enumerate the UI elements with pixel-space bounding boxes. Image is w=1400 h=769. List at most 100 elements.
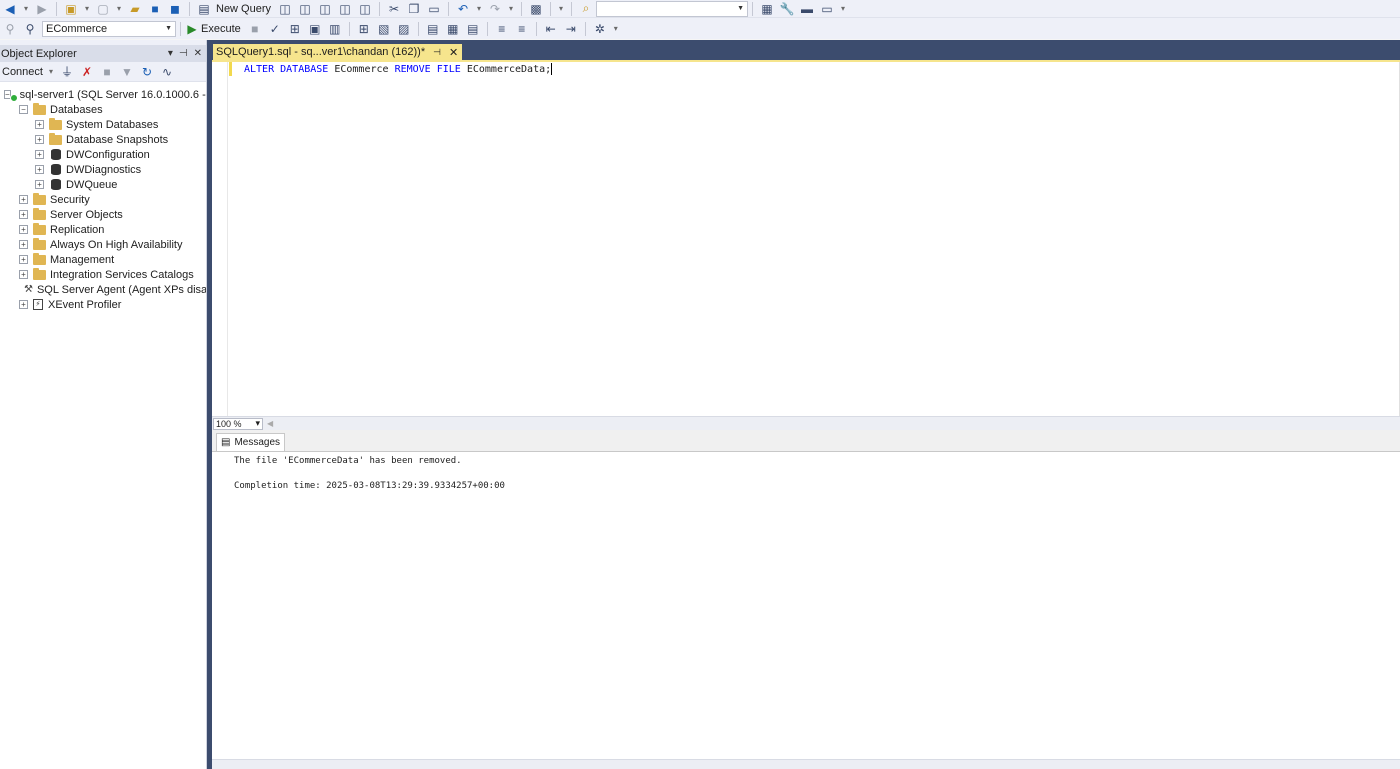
filter-icon[interactable]: ▼ xyxy=(118,64,136,80)
activity-icon[interactable]: ∿ xyxy=(158,64,176,80)
connect-dropdown-icon[interactable]: ▾ xyxy=(46,64,56,80)
tree-node-dwconfiguration[interactable]: + DWConfiguration xyxy=(0,147,206,162)
redo-icon[interactable]: ↷ xyxy=(486,1,504,17)
expand-icon[interactable]: + xyxy=(35,120,44,129)
close-icon[interactable]: ✕ xyxy=(449,46,458,59)
cancel-query-icon[interactable]: ■ xyxy=(246,21,264,37)
expand-icon[interactable]: + xyxy=(35,165,44,174)
window-position-icon[interactable]: ▾ xyxy=(168,48,173,59)
expand-icon[interactable]: + xyxy=(35,180,44,189)
expand-icon[interactable]: + xyxy=(35,135,44,144)
redo-dropdown-icon[interactable]: ▾ xyxy=(506,1,516,17)
command-window-icon[interactable]: ▭ xyxy=(818,1,836,17)
expand-icon[interactable]: + xyxy=(19,255,28,264)
tree-node-dwdiagnostics[interactable]: + DWDiagnostics xyxy=(0,162,206,177)
properties-icon[interactable]: ▦ xyxy=(758,1,776,17)
new-project-icon[interactable]: ▣ xyxy=(62,1,80,17)
toolbar-options-icon[interactable]: ▾ xyxy=(838,1,848,17)
solution-config-dropdown-icon[interactable]: ▾ xyxy=(556,1,566,17)
tab-sqlquery1[interactable]: SQLQuery1.sql - sq...ver1\chandan (162))… xyxy=(213,44,463,60)
pin-icon[interactable]: ⊣ xyxy=(179,48,188,59)
tab-messages[interactable]: ▤ Messages xyxy=(216,433,286,451)
undo-icon[interactable]: ↶ xyxy=(454,1,472,17)
toolbar-options-icon[interactable]: ▾ xyxy=(611,21,621,37)
wrench-icon[interactable]: 🔧 xyxy=(778,1,796,17)
specify-values-icon[interactable]: ▥ xyxy=(326,21,344,37)
copy-icon[interactable]: ❐ xyxy=(405,1,423,17)
comment-icon[interactable]: ≡ xyxy=(493,21,511,37)
client-stats-icon[interactable]: ▨ xyxy=(395,21,413,37)
expand-icon[interactable]: + xyxy=(19,210,28,219)
tree-node-sql-agent[interactable]: ⚒ SQL Server Agent (Agent XPs disabl xyxy=(0,282,206,297)
tree-node-always-on[interactable]: + Always On High Availability xyxy=(0,237,206,252)
db-engine-query-icon[interactable]: ◫ xyxy=(276,1,294,17)
zoom-select[interactable]: 100 % ▾ xyxy=(213,417,263,430)
close-icon[interactable]: ✕ xyxy=(194,48,202,59)
new-query-icon[interactable]: ▤ xyxy=(195,1,213,17)
tree-node-integration-services[interactable]: + Integration Services Catalogs xyxy=(0,267,206,282)
activity-monitor-icon[interactable]: ▩ xyxy=(527,1,545,17)
tree-node-databases[interactable]: − Databases xyxy=(0,102,206,117)
open-file-icon[interactable]: ▰ xyxy=(126,1,144,17)
expand-icon[interactable]: + xyxy=(35,150,44,159)
disconnect-icon[interactable]: ✗ xyxy=(78,64,96,80)
add-item-icon[interactable]: ▢ xyxy=(94,1,112,17)
new-project-dropdown-icon[interactable]: ▾ xyxy=(82,1,92,17)
available-databases-select[interactable]: ECommerce ▼ xyxy=(42,20,176,37)
expand-icon[interactable]: + xyxy=(19,195,28,204)
tree-node-dwqueue[interactable]: + DWQueue xyxy=(0,177,206,192)
new-query-button[interactable]: New Query xyxy=(216,3,271,15)
tree-node-server-objects[interactable]: + Server Objects xyxy=(0,207,206,222)
expand-icon[interactable]: + xyxy=(19,240,28,249)
results-to-text-icon[interactable]: ▤ xyxy=(424,21,442,37)
tree-node-security[interactable]: + Security xyxy=(0,192,206,207)
increase-indent-icon[interactable]: ⇥ xyxy=(562,21,580,37)
pin-icon[interactable]: ⊣ xyxy=(433,47,441,58)
back-icon[interactable]: ◀ xyxy=(1,1,19,17)
add-item-dropdown-icon[interactable]: ▾ xyxy=(114,1,124,17)
toolbox-icon[interactable]: ▬ xyxy=(798,1,816,17)
results-to-file-icon[interactable]: ▤ xyxy=(464,21,482,37)
save-all-icon[interactable]: ◼ xyxy=(166,1,184,17)
query-editor[interactable]: ALTER DATABASE ECommerce REMOVE FILE ECo… xyxy=(212,60,1400,416)
code-line-1[interactable]: ALTER DATABASE ECommerce REMOVE FILE ECo… xyxy=(244,63,553,77)
results-to-grid-icon[interactable]: ▦ xyxy=(444,21,462,37)
xmla-query-icon[interactable]: ◫ xyxy=(336,1,354,17)
live-stats-icon[interactable]: ▧ xyxy=(375,21,393,37)
plug-icon[interactable]: ⏚ xyxy=(58,64,76,80)
estimated-plan-icon[interactable]: ⊞ xyxy=(286,21,304,37)
forward-icon[interactable]: ▶ xyxy=(33,1,51,17)
dax-query-icon[interactable]: ◫ xyxy=(356,1,374,17)
tree-node-xevent-profiler[interactable]: + ⚡ XEvent Profiler xyxy=(0,297,206,312)
execute-button[interactable]: Execute xyxy=(201,23,241,35)
execute-icon[interactable]: ▶ xyxy=(186,21,198,37)
tree-node-database-snapshots[interactable]: + Database Snapshots xyxy=(0,132,206,147)
decrease-indent-icon[interactable]: ⇤ xyxy=(542,21,560,37)
uncomment-icon[interactable]: ≡ xyxy=(513,21,531,37)
connect-button[interactable]: Connect xyxy=(2,66,43,78)
tree-node-server[interactable]: − sql-server1 (SQL Server 16.0.1000.6 - … xyxy=(0,87,206,102)
expand-icon[interactable]: + xyxy=(19,270,28,279)
parse-icon[interactable]: ✓ xyxy=(266,21,284,37)
connect-icon[interactable]: ⚲ xyxy=(1,21,19,37)
tree-node-system-databases[interactable]: + System Databases xyxy=(0,117,206,132)
cut-icon[interactable]: ✂ xyxy=(385,1,403,17)
collapse-icon[interactable]: − xyxy=(19,105,28,114)
paste-icon[interactable]: ▭ xyxy=(425,1,443,17)
mdx-query-icon[interactable]: ◫ xyxy=(296,1,314,17)
search-combo[interactable]: ▼ xyxy=(596,0,749,17)
query-in-editor-icon[interactable]: ▣ xyxy=(306,21,324,37)
scroll-left-icon[interactable]: ◀ xyxy=(267,419,273,428)
undo-dropdown-icon[interactable]: ▾ xyxy=(474,1,484,17)
refresh-icon[interactable]: ↻ xyxy=(138,64,156,80)
dmx-query-icon[interactable]: ◫ xyxy=(316,1,334,17)
expand-icon[interactable]: + xyxy=(19,300,28,309)
back-dropdown-icon[interactable]: ▾ xyxy=(21,1,31,17)
tree-node-management[interactable]: + Management xyxy=(0,252,206,267)
tree-node-replication[interactable]: + Replication xyxy=(0,222,206,237)
stop-icon[interactable]: ■ xyxy=(98,64,116,80)
intellisense-icon[interactable]: ✲ xyxy=(591,21,609,37)
save-icon[interactable]: ■ xyxy=(146,1,164,17)
change-connection-icon[interactable]: ⚲ xyxy=(21,21,39,37)
actual-plan-icon[interactable]: ⊞ xyxy=(355,21,373,37)
